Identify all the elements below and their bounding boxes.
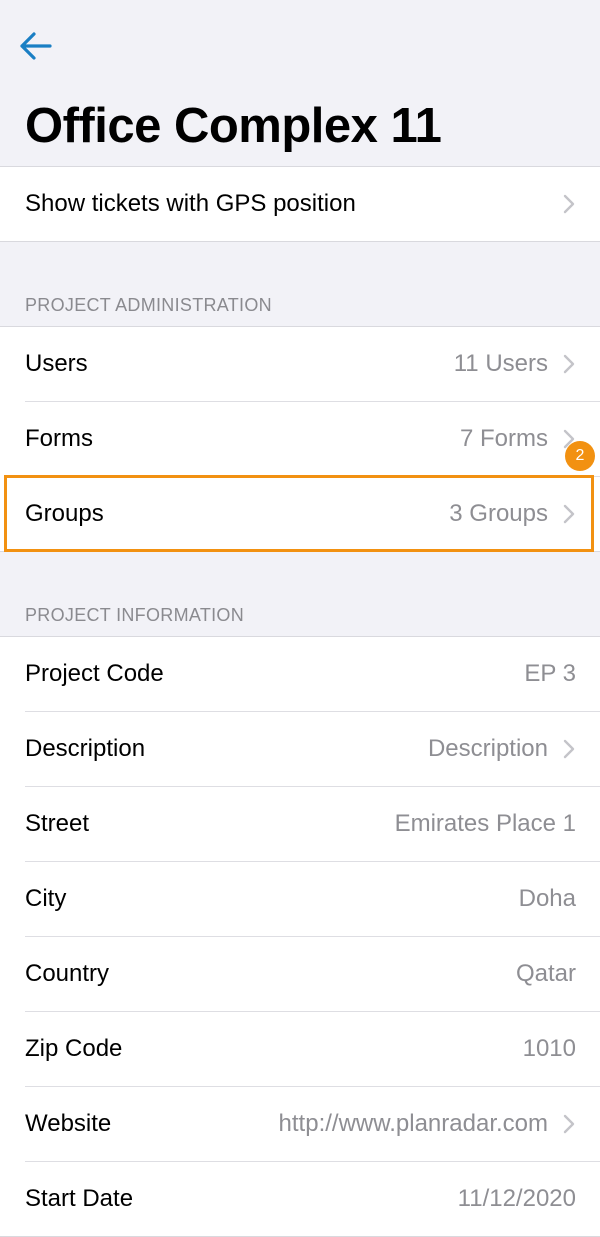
project-code-row: Project Code EP 3 xyxy=(0,637,600,711)
row-label: Start Date xyxy=(25,1185,134,1212)
section-title: PROJECT ADMINISTRATION xyxy=(25,295,272,315)
row-value: Description xyxy=(427,735,548,762)
row-value: 3 Groups xyxy=(449,500,548,527)
administration-group: Users 11 Users Forms 7 Forms Groups 3 Gr… xyxy=(0,326,600,552)
arrow-left-icon xyxy=(20,32,52,60)
row-label: Forms xyxy=(25,425,93,452)
chevron-right-icon xyxy=(563,194,575,214)
row-value: 11 Users xyxy=(453,350,548,377)
show-gps-tickets-row[interactable]: Show tickets with GPS position xyxy=(0,167,600,241)
row-label: City xyxy=(25,885,67,912)
row-value: EP 3 xyxy=(524,660,576,687)
section-title: PROJECT INFORMATION xyxy=(25,605,245,625)
row-label: Country xyxy=(25,960,110,987)
zip-code-row: Zip Code 1010 xyxy=(0,1011,600,1086)
chevron-right-icon xyxy=(563,739,575,759)
country-row: Country Qatar xyxy=(0,936,600,1011)
groups-row[interactable]: Groups 3 Groups xyxy=(0,476,600,551)
section-header-information: PROJECT INFORMATION xyxy=(0,552,600,636)
page-title: Office Complex 11 xyxy=(25,99,442,153)
row-label: Show tickets with GPS position xyxy=(25,190,356,217)
chevron-right-icon xyxy=(563,1114,575,1134)
website-row[interactable]: Website http://www.planradar.com xyxy=(0,1086,600,1161)
row-value: Emirates Place 1 xyxy=(394,810,576,837)
step-badge: 2 xyxy=(565,441,595,471)
row-value: http://www.planradar.com xyxy=(278,1110,548,1137)
row-label: Website xyxy=(25,1110,112,1137)
chevron-right-icon xyxy=(563,504,575,524)
row-label: Description xyxy=(25,735,146,762)
street-row: Street Emirates Place 1 xyxy=(0,786,600,861)
row-value: 1010 xyxy=(522,1035,576,1062)
row-value: 7 Forms xyxy=(459,425,548,452)
row-label: Zip Code xyxy=(25,1035,123,1062)
chevron-right-icon xyxy=(563,354,575,374)
row-value: Qatar xyxy=(515,960,576,987)
row-value: 11/12/2020 xyxy=(457,1185,576,1212)
users-row[interactable]: Users 11 Users xyxy=(0,327,600,401)
section-header-administration: PROJECT ADMINISTRATION xyxy=(0,242,600,326)
start-date-row: Start Date 11/12/2020 xyxy=(0,1161,600,1236)
forms-row[interactable]: Forms 7 Forms xyxy=(0,401,600,476)
navigation-header: Office Complex 11 xyxy=(0,0,600,166)
description-row[interactable]: Description Description xyxy=(0,711,600,786)
row-value: Doha xyxy=(518,885,576,912)
row-label: Groups xyxy=(25,500,104,527)
row-label: Project Code xyxy=(25,660,164,687)
information-group: Project Code EP 3 Description Descriptio… xyxy=(0,636,600,1237)
row-label: Users xyxy=(25,350,88,377)
city-row: City Doha xyxy=(0,861,600,936)
row-label: Street xyxy=(25,810,90,837)
gps-group: Show tickets with GPS position xyxy=(0,166,600,242)
back-button[interactable] xyxy=(14,26,58,66)
